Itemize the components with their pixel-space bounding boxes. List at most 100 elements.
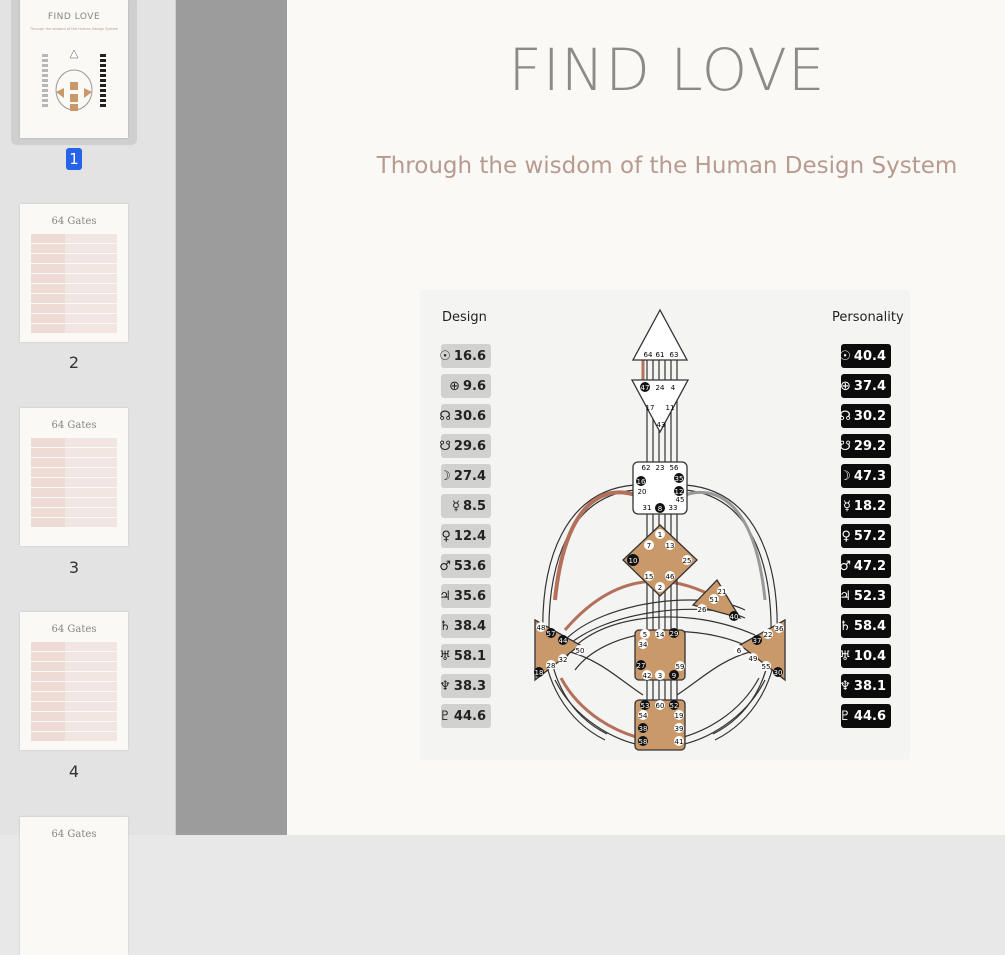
svg-text:60: 60 — [656, 702, 665, 710]
svg-text:40: 40 — [730, 613, 739, 621]
svg-text:39: 39 — [675, 725, 684, 733]
svg-text:20: 20 — [638, 488, 647, 496]
design-planet-3: ☊ 30.6 — [439, 404, 491, 428]
planet-symbol-icon: ♆ — [839, 678, 851, 694]
personality-planet-8: ♂ 47.2 — [839, 554, 891, 578]
planet-symbol-icon: ♆ — [439, 678, 451, 694]
svg-text:46: 46 — [666, 573, 675, 581]
design-planet-12: ♆ 38.3 — [439, 674, 491, 698]
svg-text:27: 27 — [637, 662, 646, 670]
page-number-1[interactable]: 1 — [66, 148, 82, 170]
planet-symbol-icon: ♃ — [839, 588, 851, 604]
personality-column-title: Personality — [832, 310, 904, 325]
svg-text:49: 49 — [749, 655, 758, 663]
planet-gate-value: 10.4 — [853, 648, 886, 664]
svg-text:18: 18 — [535, 669, 544, 677]
svg-text:41: 41 — [675, 738, 684, 746]
planet-gate-value: 30.6 — [453, 408, 486, 424]
svg-text:52: 52 — [670, 702, 679, 710]
planet-symbol-icon: ☊ — [439, 408, 451, 424]
design-planet-5: ☽ 27.4 — [439, 464, 491, 488]
thumb-title: 64 Gates — [51, 216, 97, 227]
page-number-4[interactable]: 4 — [62, 762, 86, 781]
document-page[interactable]: FIND LOVE Through the wisdom of the Huma… — [287, 0, 1005, 835]
design-planet-11: ♅ 58.1 — [439, 644, 491, 668]
thumb-title: 64 Gates — [51, 624, 97, 635]
svg-text:53: 53 — [641, 702, 650, 710]
design-planet-9: ♃ 35.6 — [439, 584, 491, 608]
planet-symbol-icon: ♇ — [839, 708, 851, 724]
svg-text:59: 59 — [676, 663, 685, 671]
thumb-table — [31, 234, 117, 334]
svg-text:1: 1 — [658, 531, 662, 539]
planet-gate-value: 8.5 — [462, 498, 486, 514]
planet-symbol-icon: ♂ — [439, 558, 451, 574]
planet-symbol-icon: ☿ — [842, 498, 851, 514]
planet-symbol-icon: ♄ — [839, 618, 851, 634]
document-gutter — [176, 0, 287, 835]
svg-text:16: 16 — [637, 478, 646, 486]
svg-text:3: 3 — [658, 672, 662, 680]
thumb-table — [31, 642, 117, 742]
svg-text:17: 17 — [646, 404, 655, 412]
svg-text:62: 62 — [642, 464, 651, 472]
page-title: FIND LOVE — [508, 36, 826, 104]
planet-gate-value: 38.4 — [453, 618, 486, 634]
svg-text:4: 4 — [671, 384, 676, 392]
planet-symbol-icon: ☉ — [839, 348, 851, 364]
planet-symbol-icon: ⊕ — [449, 378, 460, 394]
svg-text:15: 15 — [645, 573, 654, 581]
personality-planet-12: ♆ 38.1 — [839, 674, 891, 698]
bodygraph-diagram: 64 61 63 47 24 4 17 1143 62 23 56 16 35 12 204… — [534, 308, 786, 751]
page-number-3[interactable]: 3 — [62, 558, 86, 577]
planet-gate-value: 16.6 — [453, 348, 486, 364]
page-thumbnail-2[interactable]: 64 Gates — [20, 204, 128, 342]
page-thumbnail-1[interactable]: FIND LOVE Through the wisdom of the Huma… — [20, 0, 128, 138]
personality-planet-7: ♀ 57.2 — [841, 524, 891, 548]
svg-text:42: 42 — [643, 672, 652, 680]
svg-text:45: 45 — [676, 496, 685, 504]
planet-symbol-icon: ☽ — [839, 468, 851, 484]
thumbnail-sidebar: FIND LOVE Through the wisdom of the Huma… — [0, 0, 176, 955]
svg-text:64: 64 — [644, 351, 653, 359]
svg-text:44: 44 — [559, 637, 568, 645]
svg-text:14: 14 — [656, 631, 665, 639]
planet-symbol-icon: ⊕ — [840, 378, 851, 394]
design-planet-6: ☿ 8.5 — [441, 494, 491, 518]
design-column-title: Design — [442, 310, 487, 325]
svg-text:24: 24 — [656, 384, 665, 392]
svg-text:9: 9 — [672, 672, 676, 680]
svg-text:21: 21 — [718, 588, 727, 596]
svg-text:5: 5 — [643, 631, 647, 639]
page-thumbnail-5[interactable]: 64 Gates — [20, 817, 128, 955]
page-subtitle: Through the wisdom of the Human Design S… — [376, 153, 958, 179]
svg-text:43: 43 — [657, 421, 666, 429]
planet-gate-value: 40.4 — [853, 348, 886, 364]
svg-text:23: 23 — [656, 464, 665, 472]
page-thumbnail-4[interactable]: 64 Gates — [20, 612, 128, 750]
svg-text:31: 31 — [643, 504, 652, 512]
svg-text:2: 2 — [658, 584, 662, 592]
planet-gate-value: 29.6 — [453, 438, 486, 454]
page-thumbnail-3[interactable]: 64 Gates — [20, 408, 128, 546]
page-number-2[interactable]: 2 — [62, 353, 86, 372]
svg-text:13: 13 — [666, 542, 675, 550]
planet-symbol-icon: ♀ — [841, 528, 851, 544]
bodygraph-chart: Design Personality ☉ 16.6 ⊕ 9.6 ☊ 30.6 ☋ 29.6 ☽ 2… — [420, 290, 910, 760]
svg-text:61: 61 — [656, 351, 665, 359]
planet-symbol-icon: ♂ — [839, 558, 851, 574]
design-planet-8: ♂ 53.6 — [439, 554, 491, 578]
planet-symbol-icon: ☿ — [451, 498, 460, 514]
personality-planet-10: ♄ 58.4 — [839, 614, 891, 638]
planet-gate-value: 27.4 — [453, 468, 486, 484]
planet-gate-value: 47.2 — [853, 558, 886, 574]
planet-symbol-icon: ☽ — [439, 468, 451, 484]
svg-text:57: 57 — [547, 630, 556, 638]
planet-gate-value: 52.3 — [853, 588, 886, 604]
planet-symbol-icon: ♃ — [439, 588, 451, 604]
planet-symbol-icon: ♅ — [439, 648, 451, 664]
design-planet-1: ☉ 16.6 — [439, 344, 491, 368]
svg-text:54: 54 — [639, 712, 648, 720]
svg-text:25: 25 — [683, 557, 692, 565]
planet-gate-value: 37.4 — [853, 378, 886, 394]
